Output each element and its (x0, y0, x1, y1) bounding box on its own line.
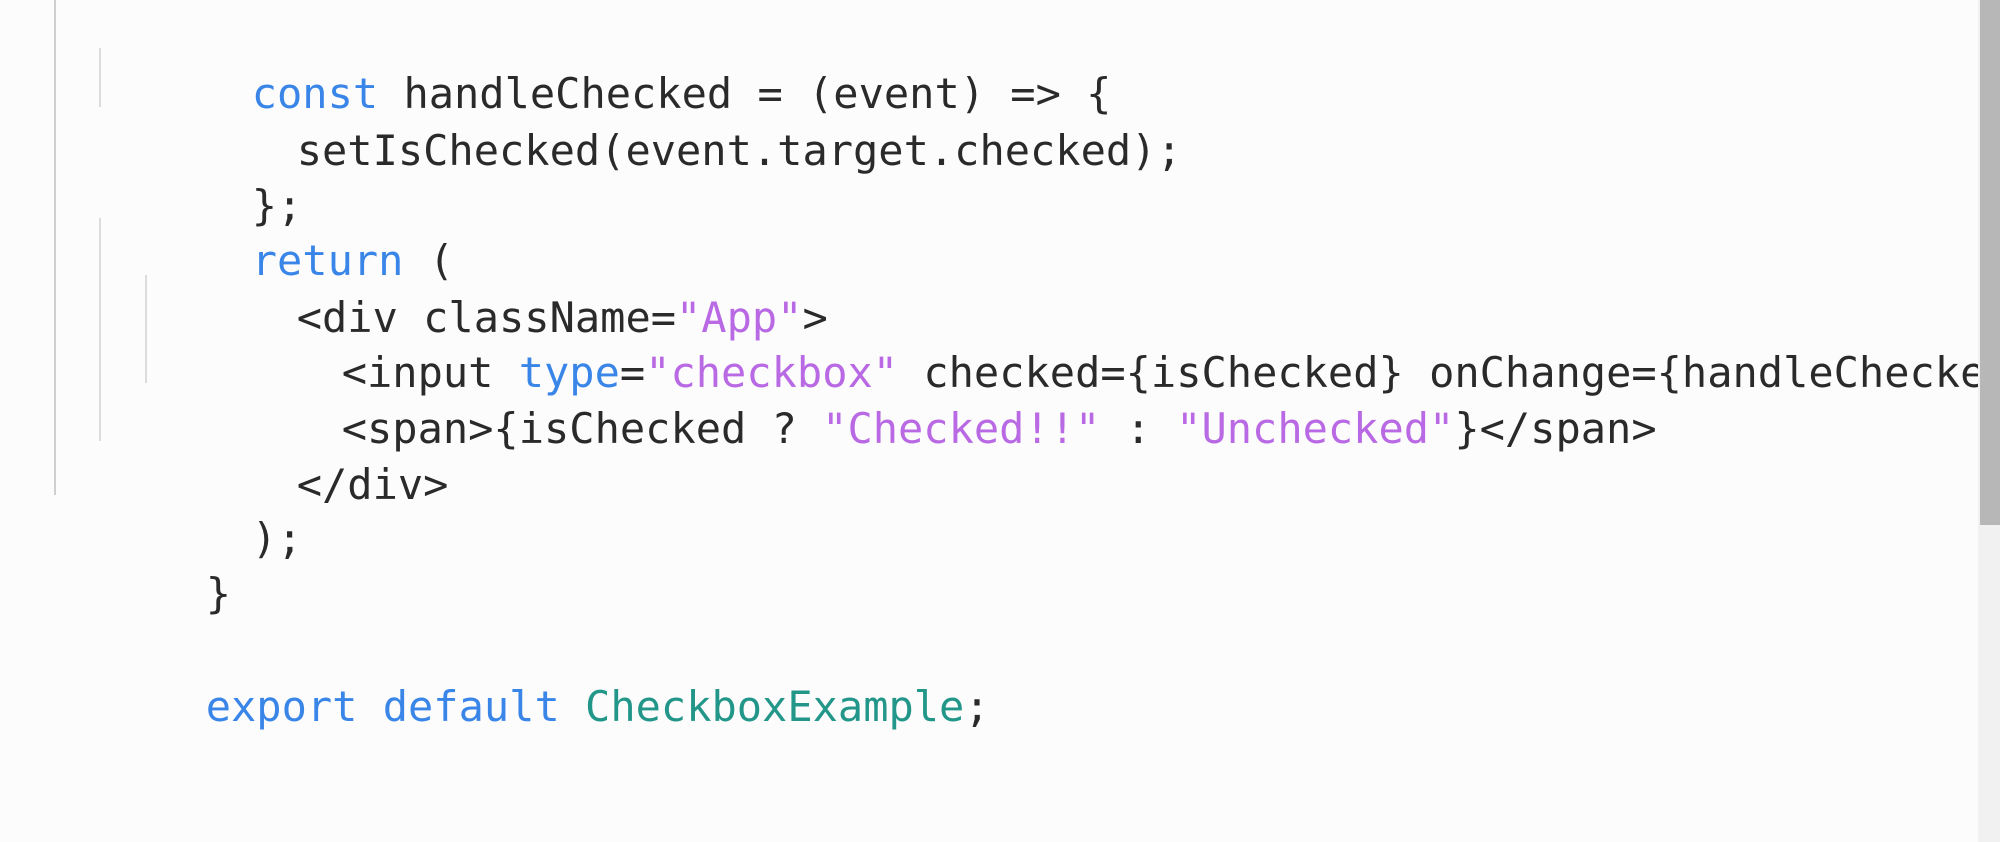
class-name-token: CheckboxExample (585, 682, 965, 731)
code-text: </div> (296, 460, 449, 509)
code-area[interactable]: const handleChecked = (event) => { setIs… (0, 0, 1978, 842)
code-line: export default CheckboxExample; (54, 600, 990, 731)
code-text: }</span> (1454, 404, 1657, 453)
code-text: ; (964, 682, 990, 731)
keyword-token: export (205, 682, 358, 731)
code-text: : (1100, 404, 1177, 453)
code-text: ); (251, 514, 303, 563)
code-line: } (54, 487, 231, 618)
scrollbar-thumb[interactable] (1980, 0, 2000, 525)
string-token: "Unchecked" (1176, 404, 1455, 453)
keyword-token: default (382, 682, 560, 731)
indent-guide (54, 0, 56, 495)
vertical-scrollbar[interactable] (1978, 0, 2000, 842)
code-editor[interactable]: const handleChecked = (event) => { setIs… (0, 0, 2000, 842)
string-token: "Checked!!" (822, 404, 1101, 453)
